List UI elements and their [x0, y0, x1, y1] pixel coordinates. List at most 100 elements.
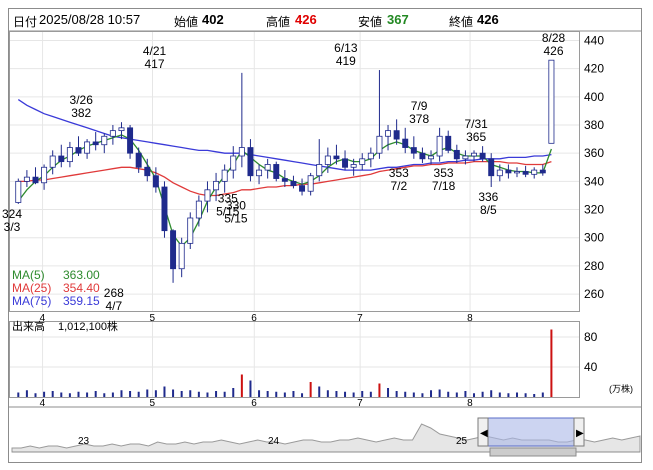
candle-body	[488, 158, 495, 177]
price-tick-label: 260	[584, 287, 604, 301]
month-tick-label: 7	[357, 398, 363, 409]
candle-body	[178, 242, 185, 270]
stock-chart[interactable]: 260280300320340360380400420440 4080 4455…	[0, 0, 653, 470]
annotation-value: 353	[389, 166, 409, 180]
annotation-date: 3/26	[70, 93, 94, 107]
volume-bar	[464, 391, 467, 397]
annotation-value: 353	[434, 166, 454, 180]
candle-body	[187, 217, 194, 244]
volume-bar	[180, 391, 183, 397]
annotation-date: 7/18	[432, 179, 456, 193]
volume-bar	[60, 392, 63, 397]
volume-bar	[25, 390, 28, 397]
volume-bars	[17, 329, 553, 397]
volume-tick-label: 40	[584, 360, 598, 374]
volume-bar	[447, 391, 450, 397]
candle-body	[144, 166, 151, 177]
candle-body	[342, 158, 349, 168]
volume-bar	[378, 383, 381, 397]
volume-bar	[352, 392, 355, 397]
annotation-date: 5/15	[224, 211, 248, 225]
volume-header-value: 1,012,100株	[58, 319, 118, 333]
month-tick-label: 8	[467, 313, 473, 324]
ma5-legend-value: 363.00	[63, 268, 100, 282]
volume-bar	[283, 392, 286, 397]
volume-bar	[266, 391, 269, 397]
volume-bar	[17, 392, 20, 397]
candle-body	[170, 230, 177, 270]
candle-body	[428, 155, 435, 160]
volume-tick-label: 80	[584, 330, 598, 344]
volume-bar	[292, 391, 295, 397]
volume-axis: 40 80	[584, 330, 598, 374]
volume-bar	[223, 391, 226, 397]
volume-bar	[438, 389, 441, 397]
month-tick-label: 5	[150, 398, 156, 409]
candle-body	[84, 141, 91, 154]
volume-bar	[421, 393, 424, 397]
annotation-value: 324	[2, 207, 22, 221]
candle-body	[92, 141, 99, 146]
navigator-selection	[483, 417, 579, 447]
candle-body	[264, 164, 271, 171]
candle-body	[410, 147, 417, 154]
month-tick-label: 4	[40, 398, 46, 409]
volume-bar	[258, 390, 261, 397]
volume-bar	[369, 391, 372, 397]
annotation-value: 417	[144, 57, 164, 71]
candle-body	[230, 155, 237, 171]
annotation-value: 419	[336, 54, 356, 68]
candle-body	[58, 155, 65, 163]
volume-bar	[120, 390, 123, 397]
volume-bar	[395, 391, 398, 397]
volume-bar	[516, 392, 519, 397]
volume-bar	[129, 391, 132, 397]
volume-bar	[137, 391, 140, 397]
annotation-value: 330	[226, 198, 246, 212]
volume-bar	[215, 391, 218, 397]
month-tick-label: 8	[467, 398, 473, 409]
candle-body	[471, 152, 477, 157]
volume-bar	[318, 386, 321, 397]
candle-body	[213, 180, 220, 191]
annotation-date: 4/21	[143, 44, 167, 58]
candle-body	[350, 164, 357, 168]
candle-body	[135, 152, 142, 168]
candle-body	[66, 147, 73, 163]
volume-bar	[197, 391, 200, 397]
month-tick-label: 7	[357, 313, 363, 324]
volume-bar	[68, 393, 71, 397]
volume-bar	[111, 392, 114, 397]
candle-body	[256, 169, 263, 177]
candle-body	[393, 130, 400, 140]
range-navigator[interactable]: 23 24 25 ◀ ▶	[11, 417, 641, 457]
volume-bar	[490, 390, 493, 397]
volume-unit: (万株)	[609, 383, 633, 394]
candle-body	[195, 200, 202, 219]
volume-bar	[86, 392, 89, 397]
annotation-value: 426	[543, 44, 563, 58]
navigator-year-label: 23	[78, 436, 90, 447]
volume-bar	[498, 392, 501, 397]
ma75-legend-label: MA(75)	[12, 294, 51, 308]
candle-body	[445, 135, 452, 151]
candle-body	[479, 152, 486, 160]
price-tick-label: 280	[584, 259, 604, 273]
candle-body	[204, 189, 211, 202]
candle-body	[333, 155, 340, 160]
volume-bar	[163, 386, 166, 397]
volume-bar	[189, 390, 192, 397]
annotation-date: 6/13	[334, 41, 358, 55]
candle-body	[316, 164, 323, 177]
volume-bar	[309, 382, 312, 397]
annotation-date: 7/9	[411, 99, 428, 113]
annotation-date: 4/7	[105, 299, 122, 313]
volume-bar	[172, 389, 175, 397]
month-tick-label: 6	[251, 313, 257, 324]
volume-bar	[326, 390, 329, 397]
volume-bar	[335, 391, 338, 397]
volume-bar	[51, 391, 54, 397]
month-tick-label: 5	[150, 313, 156, 324]
candle-body	[127, 127, 134, 154]
price-tick-label: 300	[584, 231, 604, 245]
